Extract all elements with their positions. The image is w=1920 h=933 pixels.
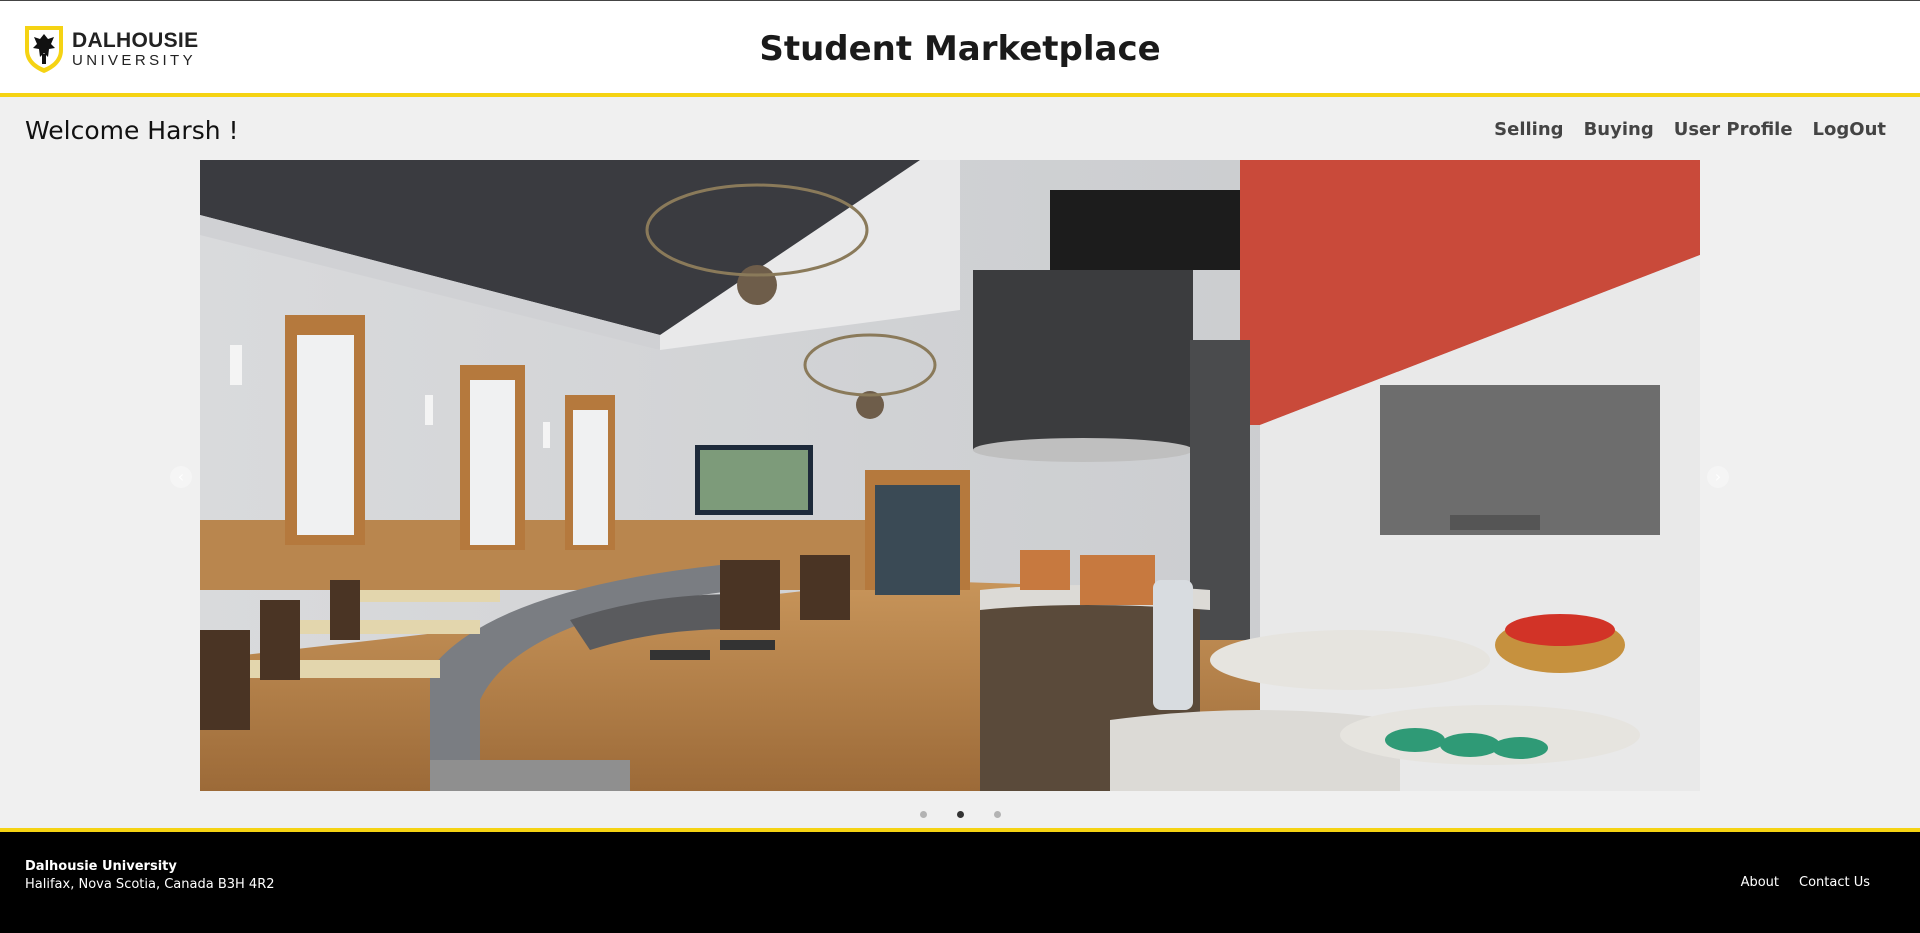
chevron-right-icon[interactable]: › [1707, 466, 1729, 488]
nav-user-profile-link[interactable]: User Profile [1674, 119, 1793, 140]
chevron-left-icon[interactable]: ‹ [170, 466, 192, 488]
site-footer: Dalhousie University Halifax, Nova Scoti… [0, 828, 1920, 933]
carousel-dot-2[interactable] [956, 811, 964, 818]
nav-selling-link[interactable]: Selling [1494, 119, 1563, 140]
welcome-message: Welcome Harsh ! [25, 116, 239, 145]
carousel-slide-image [200, 160, 1700, 791]
footer-links: About Contact Us [1741, 875, 1870, 890]
image-carousel [200, 160, 1700, 791]
footer-university-name: Dalhousie University [25, 859, 177, 874]
carousel-dot-3[interactable] [993, 811, 1001, 818]
main-nav: Selling Buying User Profile LogOut [1494, 119, 1886, 140]
nav-buying-link[interactable]: Buying [1584, 119, 1654, 140]
footer-address: Halifax, Nova Scotia, Canada B3H 4R2 [25, 877, 275, 892]
carousel-dot-1[interactable] [919, 811, 927, 818]
page-title: Student Marketplace [759, 29, 1161, 69]
site-header: DALHOUSIE UNIVERSITY Student Marketplace [0, 0, 1920, 97]
footer-about-link[interactable]: About [1741, 875, 1779, 890]
nav-logout-link[interactable]: LogOut [1813, 119, 1886, 140]
carousel-indicators [0, 811, 1920, 818]
footer-contact-link[interactable]: Contact Us [1799, 875, 1870, 890]
